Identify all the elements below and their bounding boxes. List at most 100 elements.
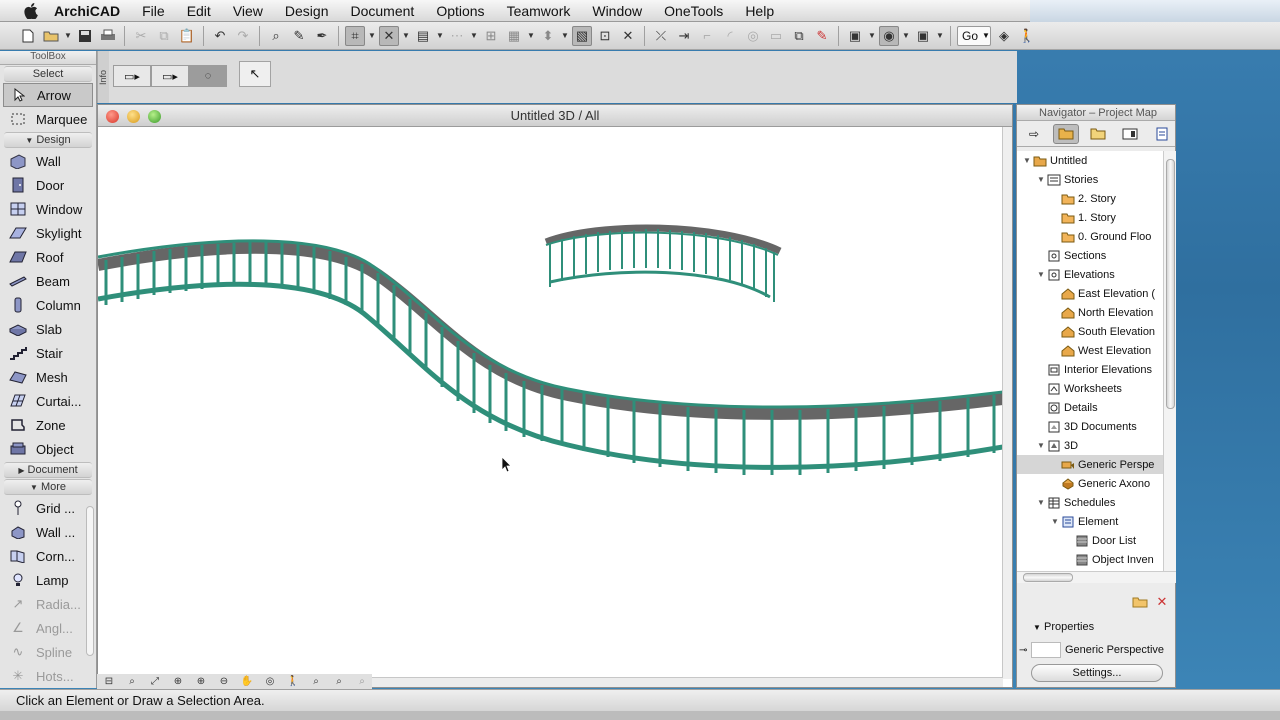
align-icon[interactable]: ⊞: [481, 26, 501, 46]
single-click-method-icon[interactable]: ▭▸: [113, 65, 151, 87]
tool-wall-end[interactable]: Wall ...: [0, 520, 96, 544]
toolbox-section-more[interactable]: ▼ More: [4, 479, 92, 495]
suspend-groups-icon[interactable]: ✎: [812, 26, 832, 46]
tool-mesh[interactable]: Mesh: [0, 365, 96, 389]
tool-radial-dimension[interactable]: ↗ Radia...: [0, 592, 96, 616]
display-icon[interactable]: ▣: [913, 26, 933, 46]
arrow-select-icon[interactable]: ↖: [239, 61, 271, 87]
resize-icon[interactable]: ▭: [766, 26, 786, 46]
elevate-dropdown-icon[interactable]: ▼: [561, 31, 569, 40]
delete-icon[interactable]: ✕: [618, 26, 638, 46]
save-icon[interactable]: [75, 26, 95, 46]
orbit-icon[interactable]: ◎: [260, 674, 280, 688]
view-mode-dropdown-icon[interactable]: ▼: [868, 31, 876, 40]
undo-icon[interactable]: ↶: [210, 26, 230, 46]
tree-node[interactable]: Door List: [1017, 531, 1163, 550]
display-dropdown-icon[interactable]: ▼: [936, 31, 944, 40]
tool-zone[interactable]: Zone: [0, 413, 96, 437]
3d-canvas[interactable]: [98, 127, 1003, 679]
open-folder-icon[interactable]: [41, 26, 61, 46]
3d-window-titlebar[interactable]: Untitled 3D / All: [98, 105, 1012, 127]
eyedropper-icon[interactable]: ✎: [289, 26, 309, 46]
project-map-vertical-scrollbar[interactable]: [1163, 151, 1176, 571]
tool-wall[interactable]: Wall: [0, 149, 96, 173]
tree-node[interactable]: Interior Elevations: [1017, 360, 1163, 379]
tool-spline[interactable]: ∿ Spline: [0, 640, 96, 664]
menu-app-name[interactable]: ArchiCAD: [54, 3, 131, 19]
copy-icon[interactable]: ⧉: [154, 26, 174, 46]
close-window-button[interactable]: [106, 110, 119, 123]
disclosure-triangle-icon[interactable]: ▼: [1049, 517, 1061, 526]
tool-angle-dimension[interactable]: ∠ Angl...: [0, 616, 96, 640]
scrollbar-thumb[interactable]: [1166, 159, 1175, 409]
menu-options[interactable]: Options: [425, 3, 495, 19]
new-folder-icon[interactable]: [1131, 593, 1149, 611]
tool-roof[interactable]: Roof: [0, 245, 96, 269]
trace-icon[interactable]: ▧: [572, 25, 592, 46]
tool-slab[interactable]: Slab: [0, 317, 96, 341]
elevate-icon[interactable]: ⬍: [538, 26, 558, 46]
arrange-dropdown-icon[interactable]: ▼: [527, 31, 535, 40]
offset-icon[interactable]: ◎: [743, 26, 763, 46]
tool-skylight[interactable]: Skylight: [0, 221, 96, 245]
tool-hotspot[interactable]: ✳ Hots...: [0, 664, 96, 688]
tree-node[interactable]: Sections: [1017, 246, 1163, 265]
layout-book-tab-icon[interactable]: [1117, 124, 1143, 144]
tree-node[interactable]: South Elevation: [1017, 322, 1163, 341]
menu-document[interactable]: Document: [340, 3, 426, 19]
redo-icon[interactable]: ↷: [233, 26, 253, 46]
tree-node[interactable]: Generic Axono: [1017, 474, 1163, 493]
menu-help[interactable]: Help: [734, 3, 785, 19]
toolbox-scrollbar[interactable]: [86, 506, 94, 656]
tree-node[interactable]: West Elevation: [1017, 341, 1163, 360]
tree-node[interactable]: Generic Perspe: [1017, 455, 1163, 474]
settings-button[interactable]: Settings...: [1031, 664, 1163, 682]
gravity-icon[interactable]: ⌗: [345, 25, 365, 46]
project-map-horizontal-scrollbar[interactable]: [1017, 571, 1176, 583]
tool-stair[interactable]: Stair: [0, 341, 96, 365]
tree-node[interactable]: ▼ Element: [1017, 512, 1163, 531]
tool-column[interactable]: Column: [0, 293, 96, 317]
disclosure-triangle-icon[interactable]: ▼: [1035, 270, 1047, 279]
tree-node[interactable]: 1. Story: [1017, 208, 1163, 227]
properties-id-field[interactable]: [1031, 642, 1061, 658]
gravity-dropdown-icon[interactable]: ▼: [368, 31, 376, 40]
grid-dropdown-icon[interactable]: ▼: [470, 31, 478, 40]
zoom-out-icon[interactable]: ⊖: [214, 674, 234, 688]
project-map-tab-icon[interactable]: [1053, 123, 1079, 144]
menu-edit[interactable]: Edit: [176, 3, 222, 19]
tool-window[interactable]: Window: [0, 197, 96, 221]
view-map-tab-icon[interactable]: [1085, 124, 1111, 144]
marquee-method-icon[interactable]: ◌: [189, 65, 227, 87]
toolbox-section-select[interactable]: Select: [4, 66, 92, 82]
snap-dropdown-icon[interactable]: ▼: [402, 31, 410, 40]
toolbox-section-document[interactable]: ▶ Document: [4, 462, 92, 478]
pan-icon[interactable]: ✋: [237, 674, 257, 688]
delete-view-icon[interactable]: ✕: [1153, 593, 1171, 611]
tool-grid[interactable]: Grid ...: [0, 496, 96, 520]
intersect-icon[interactable]: ⌐: [697, 26, 717, 46]
apple-menu-icon[interactable]: [22, 2, 40, 19]
menu-teamwork[interactable]: Teamwork: [496, 3, 582, 19]
rectangle-method-icon[interactable]: ▭▸: [151, 65, 189, 87]
zoom-extents-icon[interactable]: ⊕: [168, 674, 188, 688]
tool-arrow[interactable]: Arrow: [3, 83, 93, 107]
open-dropdown-icon[interactable]: ▼: [64, 31, 72, 40]
disclosure-triangle-icon[interactable]: ▼: [1035, 498, 1047, 507]
cut-icon[interactable]: ✂: [131, 26, 151, 46]
zoom-next-icon[interactable]: ⌕: [329, 674, 349, 688]
tree-node[interactable]: Details: [1017, 398, 1163, 417]
3d-window-icon[interactable]: ◉: [879, 25, 899, 46]
zoom-previous-icon[interactable]: ⌕: [306, 674, 326, 688]
3d-window-dropdown-icon[interactable]: ▼: [902, 31, 910, 40]
view-mode-icon[interactable]: ▣: [845, 26, 865, 46]
find-select-icon[interactable]: ⌕: [266, 26, 286, 46]
tool-marquee[interactable]: Marquee: [0, 107, 96, 131]
zoom-in-icon[interactable]: ⊕: [191, 674, 211, 688]
tree-node[interactable]: 3D Documents: [1017, 417, 1163, 436]
fillet-icon[interactable]: ◜: [720, 26, 740, 46]
new-file-icon[interactable]: [18, 26, 38, 46]
tool-door[interactable]: Door: [0, 173, 96, 197]
tool-curtain-wall[interactable]: Curtai...: [0, 389, 96, 413]
go-dropdown[interactable]: Go ▼: [957, 25, 991, 46]
